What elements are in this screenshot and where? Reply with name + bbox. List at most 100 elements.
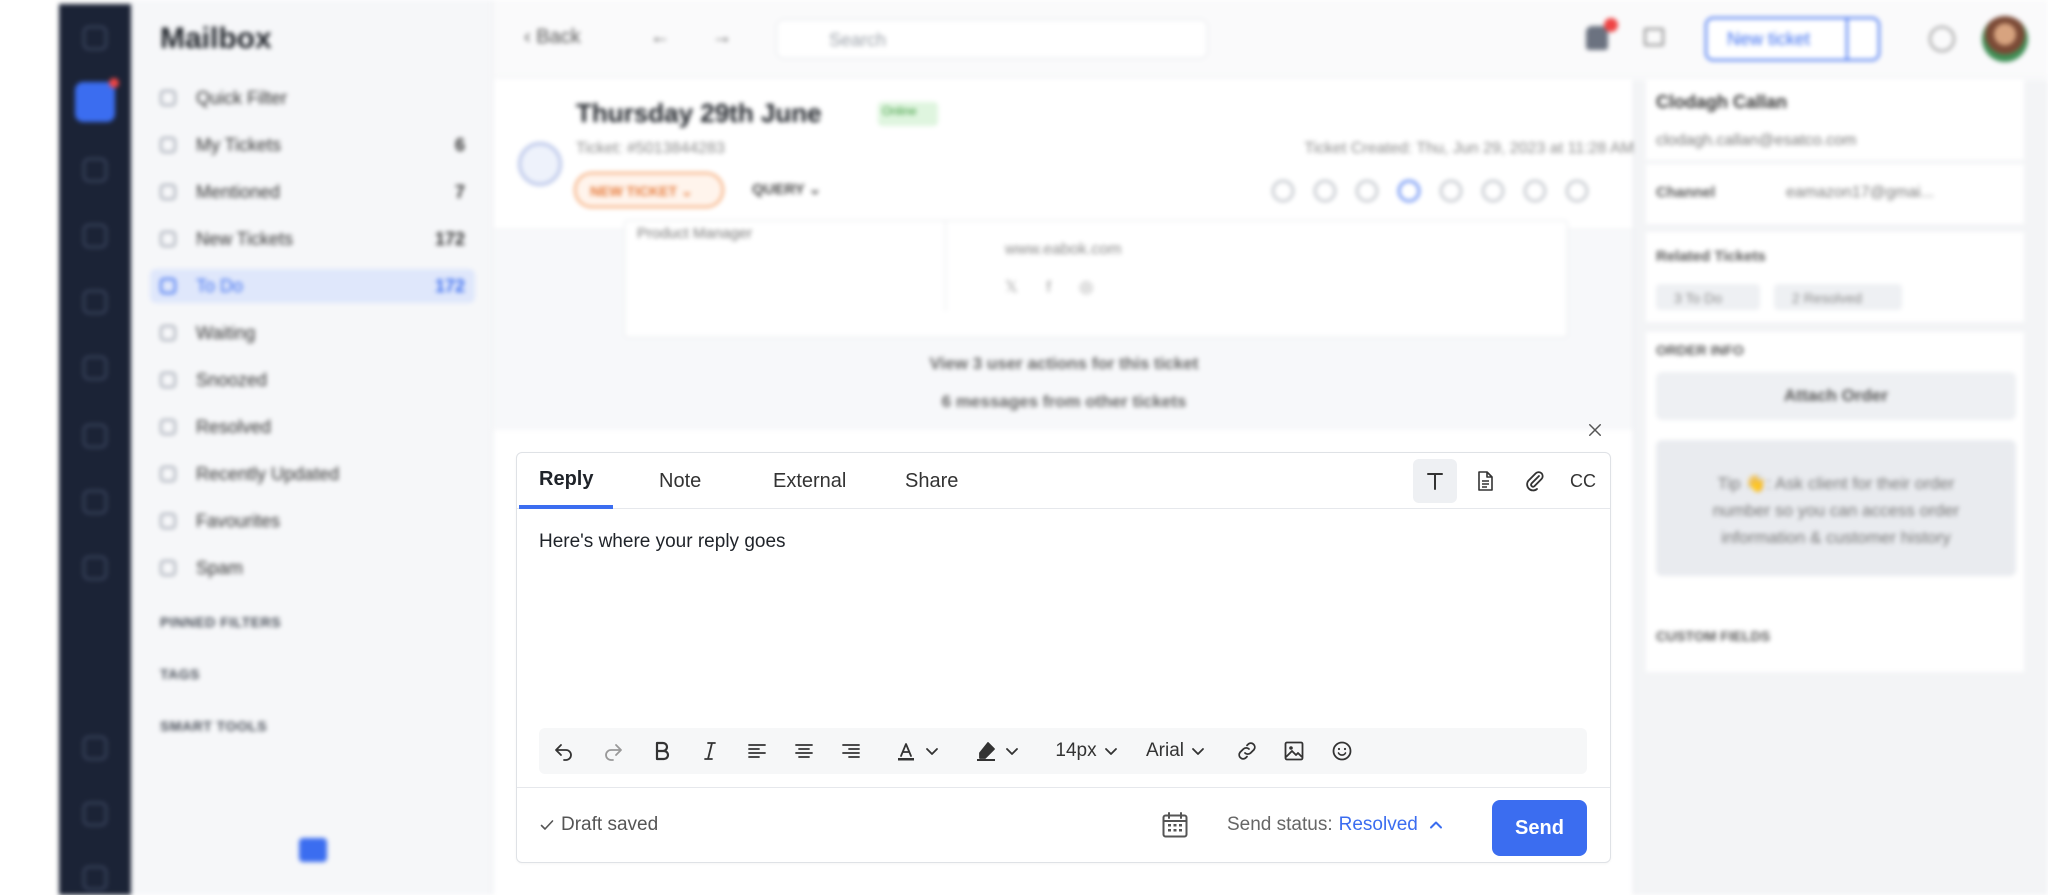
ticket-header: Thursday 29th June Online Ticket: #50138… xyxy=(494,80,1634,230)
phone-icon[interactable] xyxy=(83,556,107,580)
template-button[interactable] xyxy=(1463,459,1507,503)
attach-button[interactable] xyxy=(1513,459,1557,503)
section-smart-tools[interactable]: SMART TOOLS xyxy=(160,718,267,734)
sidebar-item-my-tickets[interactable]: My Tickets 6 xyxy=(150,128,475,162)
paperclip-icon xyxy=(1526,471,1544,492)
settings-icon[interactable] xyxy=(83,866,107,890)
mailbox-sidebar: Mailbox Quick Filter My Tickets 6 Mention… xyxy=(131,0,493,895)
inbox-icon[interactable] xyxy=(83,158,107,182)
redo-button[interactable] xyxy=(598,736,628,766)
sidebar-item-favourites[interactable]: Favourites xyxy=(150,504,475,538)
cart-icon[interactable] xyxy=(83,290,107,314)
customer-email[interactable]: clodagh.callan@esatco.com xyxy=(1656,132,1856,150)
align-left-button[interactable] xyxy=(742,736,772,766)
align-left-icon xyxy=(748,744,766,758)
user-actions-link[interactable]: View 3 user actions for this ticket xyxy=(494,354,1634,374)
close-icon xyxy=(1589,423,1601,436)
undo-button[interactable] xyxy=(549,736,579,766)
share-icon[interactable] xyxy=(83,736,107,760)
insert-image-button[interactable] xyxy=(1279,736,1309,766)
sidebar-item-recently-updated[interactable]: Recently Updated xyxy=(150,457,475,491)
reply-body[interactable]: Here's where your reply goes xyxy=(539,531,786,553)
cc-button[interactable]: CC xyxy=(1561,459,1605,503)
filter-icon[interactable] xyxy=(1644,28,1664,46)
tab-note[interactable]: Note xyxy=(639,453,721,509)
sidebar-item-spam[interactable]: Spam xyxy=(150,551,475,585)
tab-share[interactable]: Share xyxy=(885,453,978,509)
favourite-icon[interactable] xyxy=(1482,180,1504,202)
star-outline-icon xyxy=(160,513,176,529)
link-button[interactable] xyxy=(1232,736,1262,766)
send-button[interactable]: Send xyxy=(1492,800,1587,856)
globe-icon[interactable] xyxy=(1440,180,1462,202)
sidebar-toggle-icon[interactable] xyxy=(299,838,327,862)
sidebar-item-snoozed[interactable]: Snoozed xyxy=(150,363,475,397)
image-icon xyxy=(1284,741,1304,761)
next-arrow-icon[interactable]: → xyxy=(712,26,732,49)
other-messages-link[interactable]: 6 messages from other tickets xyxy=(494,392,1634,412)
related-todo-chip[interactable]: 3 To Do xyxy=(1656,284,1760,310)
new-ticket-button[interactable]: New ticket xyxy=(1705,17,1880,61)
mail-icon[interactable] xyxy=(75,78,119,122)
prev-arrow-icon[interactable]: ← xyxy=(650,26,670,49)
calendar-rail-icon[interactable] xyxy=(83,424,107,448)
emoji-button[interactable] xyxy=(1327,736,1357,766)
chevron-down-icon xyxy=(1006,748,1018,755)
text-color-button[interactable] xyxy=(887,736,947,766)
chat-icon[interactable] xyxy=(83,356,107,380)
check-icon xyxy=(160,419,176,435)
sidebar-item-waiting[interactable]: Waiting xyxy=(150,316,475,350)
sidebar-item-to-do[interactable]: To Do 172 xyxy=(150,269,475,303)
star-icon[interactable] xyxy=(83,224,107,248)
back-button[interactable]: ‹ Back xyxy=(524,26,581,49)
hourglass-icon xyxy=(160,325,176,341)
sidebar-item-resolved[interactable]: Resolved xyxy=(150,410,475,444)
tab-external[interactable]: External xyxy=(753,453,866,509)
ticket-category[interactable]: QUERY ⌄ xyxy=(752,180,821,198)
ticket-status-pill[interactable]: NEW TICKET ⌄ xyxy=(574,172,724,208)
align-right-button[interactable] xyxy=(836,736,866,766)
message-signature-card: Product Manager www.eabok.com 𝕏 f ◎ xyxy=(624,220,1568,338)
section-tags[interactable]: TAGS xyxy=(160,666,200,682)
ai-icon[interactable] xyxy=(1398,180,1420,202)
font-size-select[interactable]: 14px xyxy=(1051,736,1123,766)
font-family-select[interactable]: Arial xyxy=(1141,736,1211,766)
text-color-icon xyxy=(898,743,914,761)
bold-button[interactable] xyxy=(647,736,677,766)
tab-reply[interactable]: Reply xyxy=(519,453,614,509)
new-ticket-dropdown[interactable] xyxy=(1846,19,1878,59)
bot-icon[interactable] xyxy=(83,490,107,514)
link-icon xyxy=(1238,742,1256,760)
highlight-button[interactable] xyxy=(967,736,1027,766)
search-input[interactable]: Search xyxy=(776,19,1208,59)
block-icon[interactable] xyxy=(1566,180,1588,202)
attach-order-button[interactable]: Attach Order xyxy=(1656,372,2016,420)
customer-info: Clodagh Callan clodagh.callan@esatco.com xyxy=(1646,80,2024,160)
tag-icon[interactable] xyxy=(1314,180,1336,202)
user-avatar[interactable] xyxy=(1982,16,2028,62)
grid-icon[interactable] xyxy=(83,802,107,826)
highlighter-icon xyxy=(977,742,995,761)
help-icon[interactable] xyxy=(1929,26,1955,52)
archive-icon[interactable] xyxy=(1272,180,1294,202)
chevron-down-icon xyxy=(1192,748,1204,755)
search-icon xyxy=(160,90,176,106)
align-center-button[interactable] xyxy=(789,736,819,766)
list-icon xyxy=(160,278,176,294)
bell-icon[interactable] xyxy=(1586,18,1618,50)
clock-icon xyxy=(160,466,176,482)
home-icon[interactable] xyxy=(83,26,107,50)
channel-box: Channel eamazon17@gmai... xyxy=(1646,164,2024,224)
sidebar-item-quick-filter[interactable]: Quick Filter xyxy=(150,81,475,115)
text-format-button[interactable] xyxy=(1413,459,1457,503)
sidebar-item-new-tickets[interactable]: New Tickets 172 xyxy=(150,222,475,256)
warning-icon[interactable] xyxy=(1524,180,1546,202)
assign-icon[interactable] xyxy=(1356,180,1378,202)
send-status-select[interactable]: Send status: Resolved xyxy=(1227,814,1444,836)
section-pinned-filters[interactable]: PINNED FILTERS xyxy=(160,614,281,630)
close-editor-button[interactable] xyxy=(1584,420,1606,442)
related-resolved-chip[interactable]: 2 Resolved xyxy=(1774,284,1902,310)
sidebar-item-mentioned[interactable]: Mentioned 7 xyxy=(150,175,475,209)
italic-button[interactable] xyxy=(695,736,725,766)
schedule-calendar-icon[interactable] xyxy=(1160,810,1190,840)
